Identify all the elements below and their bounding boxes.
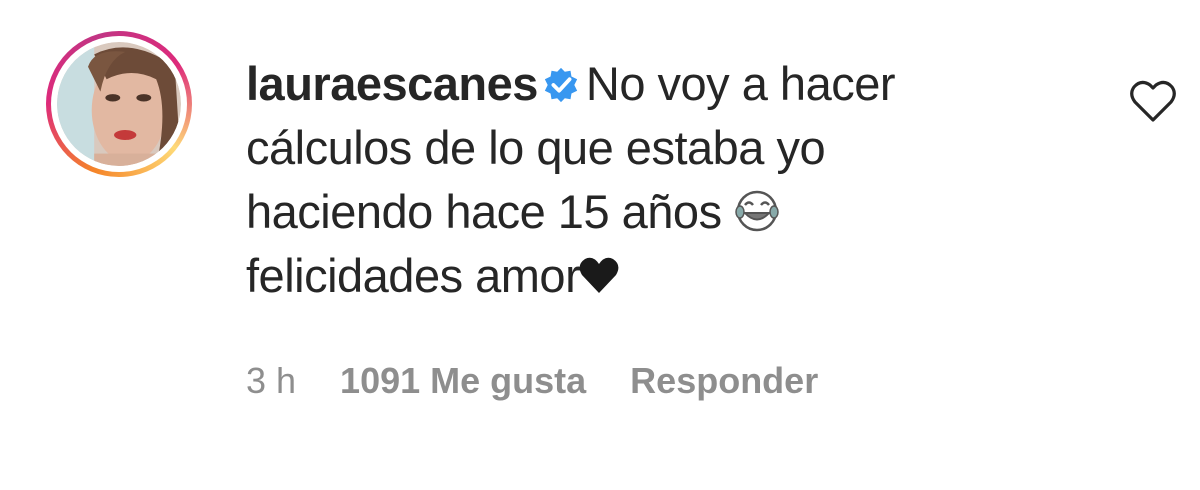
verified-badge-icon	[544, 67, 578, 103]
comment-text: lauraescanes No voy a hacer cálculos de …	[246, 52, 1006, 308]
face-with-tears-of-joy-icon	[735, 190, 779, 232]
comment-body-text-end: felicidades amor	[246, 249, 581, 302]
avatar-border	[51, 36, 187, 172]
username-link[interactable]: lauraescanes	[246, 57, 538, 110]
reply-button[interactable]: Responder	[630, 360, 818, 402]
black-heart-icon	[579, 257, 619, 293]
likes-count[interactable]: 1091 Me gusta	[340, 360, 586, 402]
heart-outline-icon[interactable]	[1128, 78, 1178, 124]
comment-time[interactable]: 3 h	[246, 360, 296, 402]
comment-meta: 3 h 1091 Me gusta Responder	[246, 360, 818, 402]
avatar-story-ring[interactable]	[46, 31, 192, 177]
comment: lauraescanes No voy a hacer cálculos de …	[0, 0, 1200, 490]
avatar	[57, 42, 181, 166]
